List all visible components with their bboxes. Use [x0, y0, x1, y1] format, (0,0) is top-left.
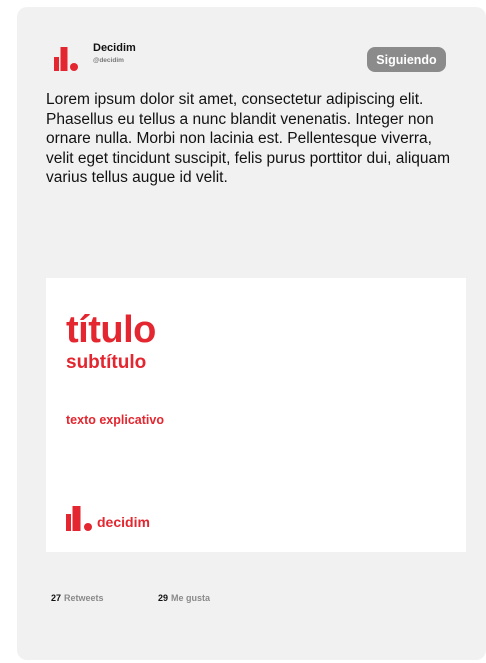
- tweet-header: Decidim @decidim Siguiendo: [36, 36, 446, 76]
- media-subtitle: subtítulo: [66, 352, 147, 373]
- brand-name: decidim: [97, 514, 150, 530]
- following-button[interactable]: Siguiendo: [367, 47, 446, 72]
- account-name[interactable]: Decidim: [93, 42, 136, 54]
- likes-label: Me gusta: [171, 593, 211, 603]
- decidim-logo-icon[interactable]: [54, 47, 80, 71]
- likes-stat[interactable]: 29 Me gusta: [158, 593, 210, 603]
- tweet-text: Lorem ipsum dolor sit amet, consectetur …: [46, 91, 451, 186]
- likes-count: 29: [158, 593, 169, 603]
- decidim-logo-icon: [66, 506, 92, 531]
- retweets-label: Retweets: [64, 593, 104, 603]
- tweet-media-card[interactable]: título subtítulo texto explicativo decid…: [46, 278, 466, 552]
- account-handle[interactable]: @decidim: [93, 57, 124, 64]
- media-caption: texto explicativo: [66, 413, 164, 427]
- retweets-count: 27: [51, 593, 62, 603]
- retweets-stat[interactable]: 27 Retweets: [51, 593, 104, 603]
- media-title: título: [66, 309, 156, 351]
